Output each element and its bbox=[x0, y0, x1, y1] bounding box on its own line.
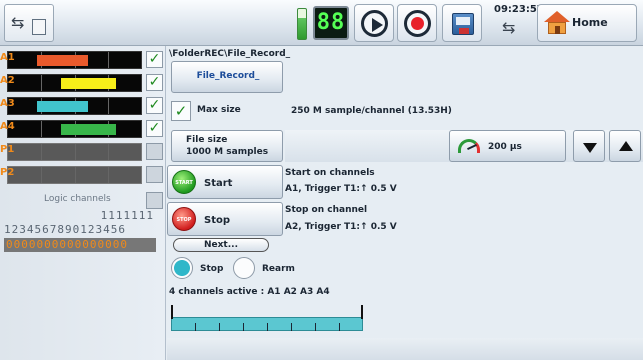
channel-row-p2[interactable]: P2 ✓ bbox=[0, 165, 166, 185]
sampling-speed-value: 200 µs bbox=[488, 142, 522, 152]
file-size-value: 1000 M samples bbox=[186, 147, 269, 157]
channel-label: A1 bbox=[0, 52, 15, 63]
channel-row-p1[interactable]: P1 ✓ bbox=[0, 142, 166, 162]
channel-row-a3[interactable]: A3 ✓ bbox=[0, 96, 166, 116]
max-size-checkbox[interactable]: ✓ bbox=[171, 101, 191, 121]
channel-checkbox[interactable]: ✓ bbox=[146, 74, 163, 91]
channel-label: P2 bbox=[0, 167, 15, 178]
save-disk-button[interactable] bbox=[442, 4, 482, 42]
home-icon bbox=[544, 11, 570, 35]
record-button[interactable] bbox=[397, 4, 437, 42]
battery-icon bbox=[297, 8, 307, 40]
max-size-label: Max size bbox=[197, 105, 241, 115]
increase-button[interactable] bbox=[609, 130, 641, 162]
start-icon: START bbox=[172, 170, 196, 194]
sampling-speed-button[interactable]: 200 µs bbox=[449, 130, 566, 162]
sample-info: 250 M sample/channel (13.53H) bbox=[291, 106, 452, 116]
logic-channel-numbers: 1234567890123456 bbox=[4, 223, 126, 236]
speedometer-icon bbox=[458, 139, 480, 153]
active-channels-text: 4 channels active : A1 A2 A3 A4 bbox=[169, 287, 330, 297]
channel-row-a4[interactable]: A4 ✓ bbox=[0, 119, 166, 139]
channel-panel: A1 ✓ A2 ✓ A3 ✓ A4 ✓ P1 ✓ P2 ✓ Logic channels 111111… bbox=[0, 46, 166, 360]
channel-label: P1 bbox=[0, 144, 15, 155]
arrow-up-icon bbox=[619, 141, 633, 151]
channel-label: A4 bbox=[0, 121, 15, 132]
channel-level-fill bbox=[61, 124, 116, 135]
stop-icon: STOP bbox=[172, 207, 196, 231]
channel-checkbox[interactable]: ✓ bbox=[146, 51, 163, 68]
home-button[interactable]: Home bbox=[537, 4, 637, 42]
start-condition-title: Start on channels bbox=[285, 168, 375, 178]
usb-storage-button[interactable]: ⇆ bbox=[4, 4, 54, 42]
counter-display: 88 bbox=[313, 6, 349, 40]
channel-level-fill bbox=[37, 55, 88, 66]
disk-icon bbox=[452, 13, 474, 35]
logic-channel-states[interactable]: 0000000000000000 bbox=[4, 238, 156, 252]
logic-channels-checkbox[interactable] bbox=[146, 192, 163, 209]
next-button[interactable]: Next... bbox=[173, 238, 269, 252]
storage-icon bbox=[32, 19, 46, 35]
start-label: Start bbox=[204, 178, 233, 189]
channel-checkbox[interactable]: ✓ bbox=[146, 143, 163, 160]
home-label: Home bbox=[572, 16, 608, 29]
channel-level-fill bbox=[61, 78, 116, 89]
channel-level-fill bbox=[37, 101, 88, 112]
channel-level-bar[interactable] bbox=[7, 51, 142, 69]
rearm-radio[interactable] bbox=[233, 257, 255, 279]
file-record-label: File_Record_ bbox=[196, 71, 260, 81]
channel-level-bar[interactable] bbox=[7, 166, 142, 184]
channel-checkbox[interactable]: ✓ bbox=[146, 97, 163, 114]
channel-level-bar[interactable] bbox=[7, 74, 142, 92]
channel-level-bar[interactable] bbox=[7, 143, 142, 161]
channel-row-a2[interactable]: A2 ✓ bbox=[0, 73, 166, 93]
start-trigger-button[interactable]: START Start bbox=[167, 165, 283, 199]
channel-checkbox[interactable]: ✓ bbox=[146, 120, 163, 137]
file-size-button[interactable]: File size 1000 M samples bbox=[171, 130, 283, 162]
channel-label: A2 bbox=[0, 75, 15, 86]
bottom-band bbox=[167, 338, 643, 360]
clock-time: 09:23:57 bbox=[494, 4, 544, 15]
stop-condition-value: A2, Trigger T1:↑ 0.5 V bbox=[285, 222, 397, 232]
channel-level-bar[interactable] bbox=[7, 97, 142, 115]
usb-icon: ⇆ bbox=[502, 18, 516, 37]
play-icon bbox=[361, 10, 388, 37]
decrease-button[interactable] bbox=[573, 130, 605, 162]
channel-level-bar[interactable] bbox=[7, 120, 142, 138]
file-size-label: File size bbox=[186, 135, 228, 145]
rearm-radio-label: Rearm bbox=[262, 264, 295, 274]
arrow-down-icon bbox=[583, 143, 597, 153]
logic-channels-title: Logic channels bbox=[44, 194, 111, 204]
channel-label: A3 bbox=[0, 98, 15, 109]
channel-row-a1[interactable]: A1 ✓ bbox=[0, 50, 166, 70]
stop-label: Stop bbox=[204, 215, 231, 226]
record-timeline bbox=[171, 303, 363, 333]
stop-radio[interactable] bbox=[171, 257, 193, 279]
file-record-button[interactable]: File_Record_ bbox=[171, 61, 283, 93]
usb-icon: ⇆ bbox=[11, 13, 25, 32]
start-condition-value: A1, Trigger T1:↑ 0.5 V bbox=[285, 184, 397, 194]
record-icon bbox=[404, 10, 431, 37]
channel-checkbox[interactable]: ✓ bbox=[146, 166, 163, 183]
stop-condition-title: Stop on channel bbox=[285, 205, 368, 215]
logic-channel-tens: 1111111 bbox=[100, 209, 154, 222]
stop-trigger-button[interactable]: STOP Stop bbox=[167, 202, 283, 236]
play-button[interactable] bbox=[354, 4, 394, 42]
file-path: \FolderREC\File_Record_ bbox=[169, 49, 291, 59]
clock-usb-status[interactable]: 09:23:57 ⇆ bbox=[494, 2, 544, 44]
record-settings-panel: \FolderREC\File_Record_ File_Record_ ✓ M… bbox=[167, 46, 643, 360]
recorder-screen: ⇆ 88 09:23:57 ⇆ Home A1 ✓ A2 ✓ A3 ✓ A4 ✓ P1 ✓ P2 ✓ … bbox=[0, 0, 643, 360]
stop-radio-label: Stop bbox=[200, 264, 224, 274]
top-toolbar: ⇆ 88 09:23:57 ⇆ Home bbox=[0, 0, 643, 46]
